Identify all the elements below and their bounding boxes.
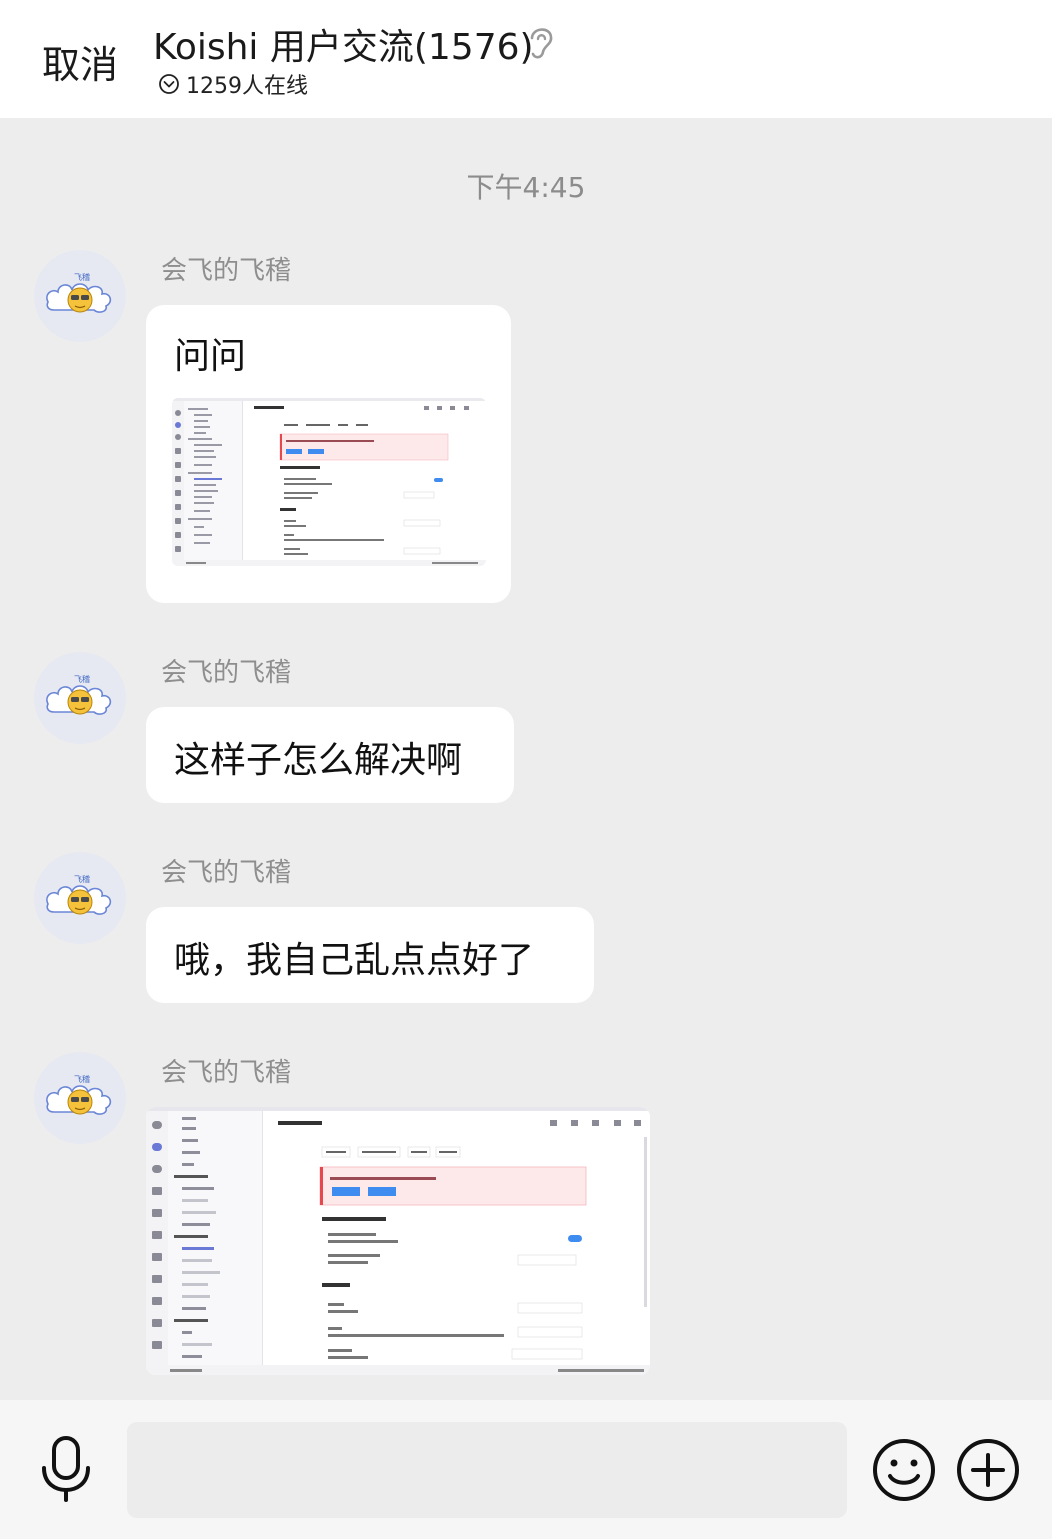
sender-name: 会飞的飞稽 bbox=[161, 1058, 292, 1088]
sender-name: 会飞的飞稽 bbox=[161, 256, 292, 286]
chat-header: 取消 Koishi 用户交流(1576) 1259人在线 bbox=[0, 0, 1052, 118]
message-text: 这样子怎么解决啊 bbox=[174, 740, 463, 781]
avatar[interactable]: 飞稽 bbox=[34, 250, 126, 342]
plus-icon[interactable] bbox=[955, 1437, 1021, 1503]
avatar[interactable]: 飞稽 bbox=[34, 1052, 126, 1144]
svg-text:飞稽: 飞稽 bbox=[74, 1074, 90, 1084]
message-input[interactable] bbox=[127, 1422, 847, 1518]
message-bubble[interactable]: 哦，我自己乱点点好了 bbox=[146, 907, 594, 1003]
message-timestamp: 下午4:45 bbox=[466, 171, 586, 204]
avatar-image: 飞稽 bbox=[46, 272, 112, 313]
ear-icon[interactable] bbox=[524, 22, 558, 62]
message-bubble[interactable]: 这样子怎么解决啊 bbox=[146, 707, 514, 803]
avatar[interactable]: 飞稽 bbox=[34, 652, 126, 744]
avatar-image: 飞稽 bbox=[46, 674, 112, 715]
cancel-button[interactable]: 取消 bbox=[42, 34, 118, 89]
screenshot-image[interactable] bbox=[172, 398, 486, 566]
screenshot-image[interactable] bbox=[146, 1107, 650, 1375]
screenshot-content bbox=[172, 398, 486, 566]
sender-name: 会飞的飞稽 bbox=[161, 858, 292, 888]
sender-name: 会飞的飞稽 bbox=[161, 658, 292, 688]
message-text: 问问 bbox=[174, 336, 247, 377]
screenshot-content bbox=[146, 1107, 650, 1375]
message-text: 哦，我自己乱点点好了 bbox=[174, 940, 535, 981]
microphone-icon[interactable] bbox=[36, 1434, 96, 1504]
svg-text:飞稽: 飞稽 bbox=[74, 674, 90, 684]
online-count: 1259人在线 bbox=[186, 74, 308, 99]
message-bubble[interactable]: 问问 bbox=[146, 305, 511, 603]
online-status[interactable]: 1259人在线 bbox=[158, 68, 308, 100]
avatar-image: 飞稽 bbox=[46, 874, 112, 915]
emoji-icon[interactable] bbox=[871, 1437, 937, 1503]
chevron-circle-icon bbox=[159, 74, 179, 94]
group-title[interactable]: Koishi 用户交流(1576) bbox=[153, 18, 534, 70]
avatar-image: 飞稽 bbox=[46, 1074, 112, 1115]
avatar[interactable]: 飞稽 bbox=[34, 852, 126, 944]
svg-text:飞稽: 飞稽 bbox=[74, 874, 90, 884]
svg-text:飞稽: 飞稽 bbox=[74, 272, 90, 282]
